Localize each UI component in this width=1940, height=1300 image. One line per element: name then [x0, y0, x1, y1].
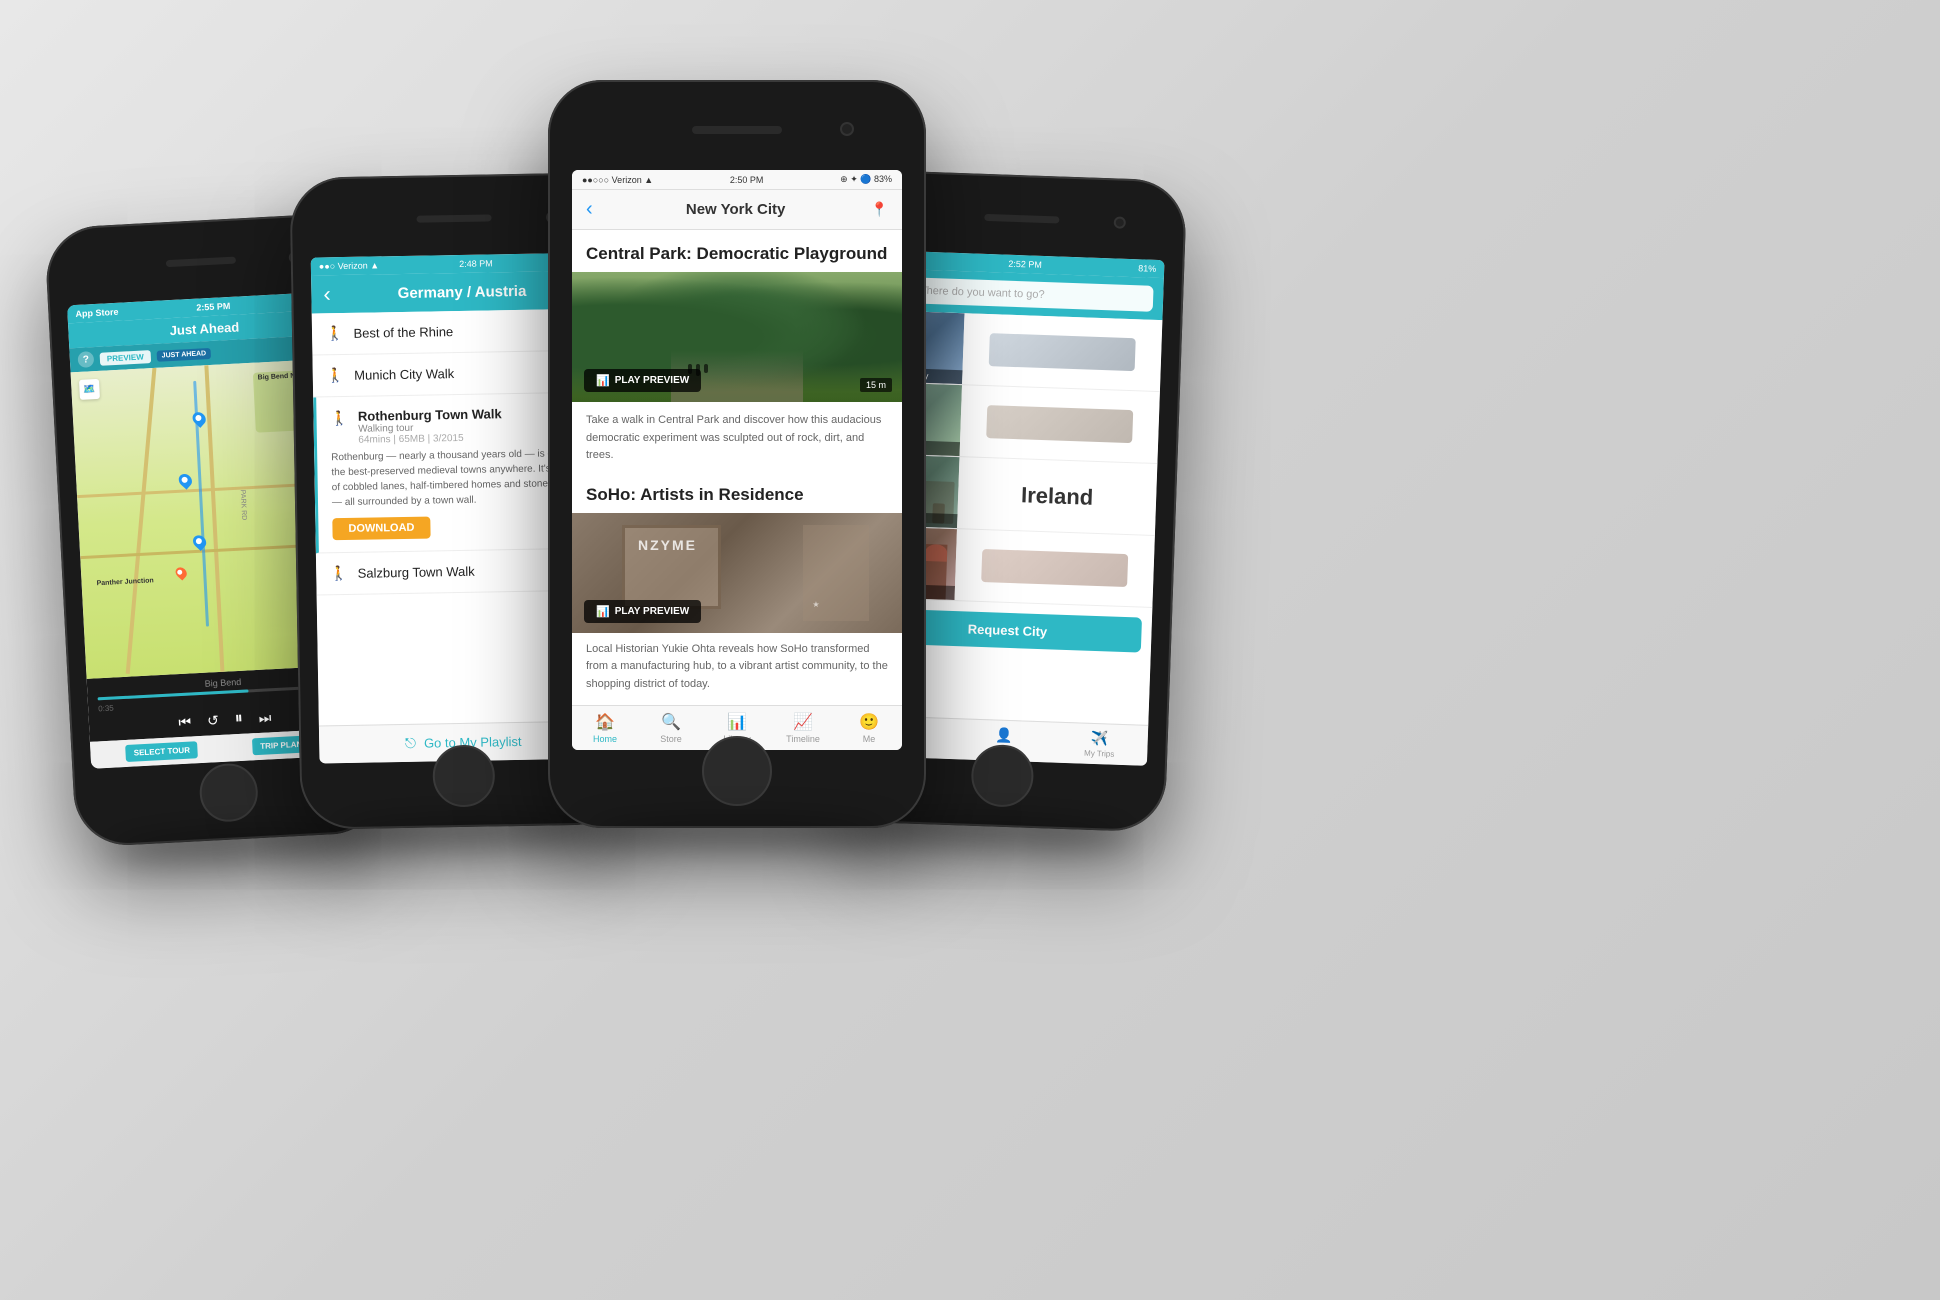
rothenburg-meta: 64mins | 65MB | 3/2015: [358, 432, 502, 446]
map-pin-3: [191, 533, 209, 551]
location-icon: 📍: [871, 201, 888, 218]
city-content-uae: [960, 385, 1160, 463]
carrier-3: ●●○○○ Verizon ▲: [582, 175, 653, 185]
walk-icon-2: 🚶: [327, 367, 345, 384]
section-2-title: SoHo: Artists in Residence: [572, 479, 902, 513]
me-icon: 🙂: [859, 712, 879, 732]
carrier-1: App Store: [75, 307, 118, 319]
nav-my-trips[interactable]: ✈️ My Trips: [1051, 723, 1148, 766]
central-park-desc: Take a walk in Central Park and discover…: [572, 402, 902, 479]
nav-me[interactable]: 🙂 Me: [836, 706, 902, 750]
pause-button[interactable]: ⏸: [234, 710, 243, 728]
walk-icon-4: 🚶: [330, 565, 348, 582]
share-icon: ⎋: [405, 735, 416, 752]
nav-timeline[interactable]: 📈 Timeline: [770, 706, 836, 750]
download-button[interactable]: DOWNLOAD: [332, 517, 430, 541]
phone-3-home-btn[interactable]: [702, 736, 772, 806]
phone-3-speaker: [692, 126, 782, 134]
forward-button[interactable]: ⏭: [258, 708, 272, 727]
phone-2-home-btn[interactable]: [432, 744, 495, 807]
my-trips-nav-icon: ✈️: [1091, 730, 1109, 748]
salzburg-title: Salzburg Town Walk: [358, 564, 475, 581]
city-content-germany: [962, 313, 1162, 391]
timeline-icon: 📈: [793, 712, 813, 732]
library-icon: 📊: [727, 712, 747, 732]
back-button-2[interactable]: ‹: [323, 283, 331, 305]
city-content-ireland: Ireland: [957, 457, 1157, 535]
phone-1-title: Just Ahead: [169, 319, 239, 338]
carrier-2: ●●○ Verizon ▲: [319, 260, 379, 271]
nav-home[interactable]: 🏠 Home: [572, 706, 638, 750]
section-1-title: Central Park: Democratic Playground: [572, 230, 902, 272]
time-3: 2:50 PM: [730, 175, 764, 185]
time-4: 2:52 PM: [1008, 259, 1042, 270]
city-content-nicaragua: [955, 529, 1155, 607]
map-label-panther: Panther Junction: [96, 577, 153, 587]
nav-store[interactable]: 🔍 Store: [638, 706, 704, 750]
play-preview-btn-1[interactable]: 📊 PLAY PREVIEW: [584, 369, 701, 392]
phone-3-status: ●●○○○ Verizon ▲ 2:50 PM ⊕ ✦ 🔵 83%: [572, 170, 902, 190]
phone-3-camera: [840, 122, 854, 136]
store-icon: 🔍: [661, 712, 681, 732]
battery-3: ⊕ ✦ 🔵 83%: [840, 174, 892, 185]
preview-button[interactable]: PREVIEW: [100, 350, 152, 366]
play-preview-btn-2[interactable]: 📊 PLAY PREVIEW: [584, 600, 701, 623]
time-1: 2:55 PM: [196, 301, 230, 313]
time-2: 2:48 PM: [459, 258, 493, 269]
duration-badge-1: 15 m: [860, 378, 892, 392]
phone-1-speaker: [166, 257, 236, 268]
walk-icon-1: 🚶: [326, 325, 344, 342]
map-pin-1: [190, 410, 208, 428]
phone-3-title: New York City: [601, 201, 871, 218]
just-ahead-button[interactable]: JUST AHEAD: [156, 347, 211, 361]
search-placeholder: Where do you want to go?: [916, 285, 1045, 301]
soho-image: NZYME ★ 📊 PLAY PREVIEW: [572, 513, 902, 633]
battery-4: 81%: [1138, 263, 1156, 274]
phone-2-speaker: [417, 214, 492, 222]
munich-title: Munich City Walk: [354, 366, 454, 383]
places-nav-icon: 👤: [995, 727, 1013, 745]
rothenburg-title: Rothenburg Town Walk: [358, 406, 502, 424]
question-icon: ?: [77, 351, 94, 368]
back-button-3[interactable]: ‹: [586, 198, 593, 221]
central-park-image: 📊 PLAY PREVIEW 15 m: [572, 272, 902, 402]
phone-3-header: ‹ New York City 📍: [572, 190, 902, 230]
replay-button[interactable]: ↺: [207, 711, 220, 730]
home-icon: 🏠: [595, 712, 615, 732]
phone-1-home-btn[interactable]: [198, 762, 259, 823]
map-icon-btn[interactable]: 🗺️: [79, 379, 100, 400]
walk-icon-3: 🚶: [330, 410, 348, 427]
select-tour-button[interactable]: SELECT TOUR: [125, 741, 198, 762]
phone-3: ●●○○○ Verizon ▲ 2:50 PM ⊕ ✦ 🔵 83% ‹ New …: [548, 80, 926, 828]
map-pin-2: [177, 472, 195, 490]
phone-4-camera: [1114, 216, 1126, 228]
rhine-title: Best of the Rhine: [353, 324, 453, 341]
rewind-button[interactable]: ⏮: [178, 713, 192, 732]
map-pin-4: [174, 565, 190, 580]
phone-3-screen: ●●○○○ Verizon ▲ 2:50 PM ⊕ ✦ 🔵 83% ‹ New …: [572, 170, 902, 750]
map-road-label: PARK RD: [238, 490, 247, 521]
phone-3-content: Central Park: Democratic Playground 📊 PL…: [572, 230, 902, 705]
phone-4-speaker: [984, 214, 1059, 224]
soho-desc: Local Historian Yukie Ohta reveals how S…: [572, 633, 902, 702]
